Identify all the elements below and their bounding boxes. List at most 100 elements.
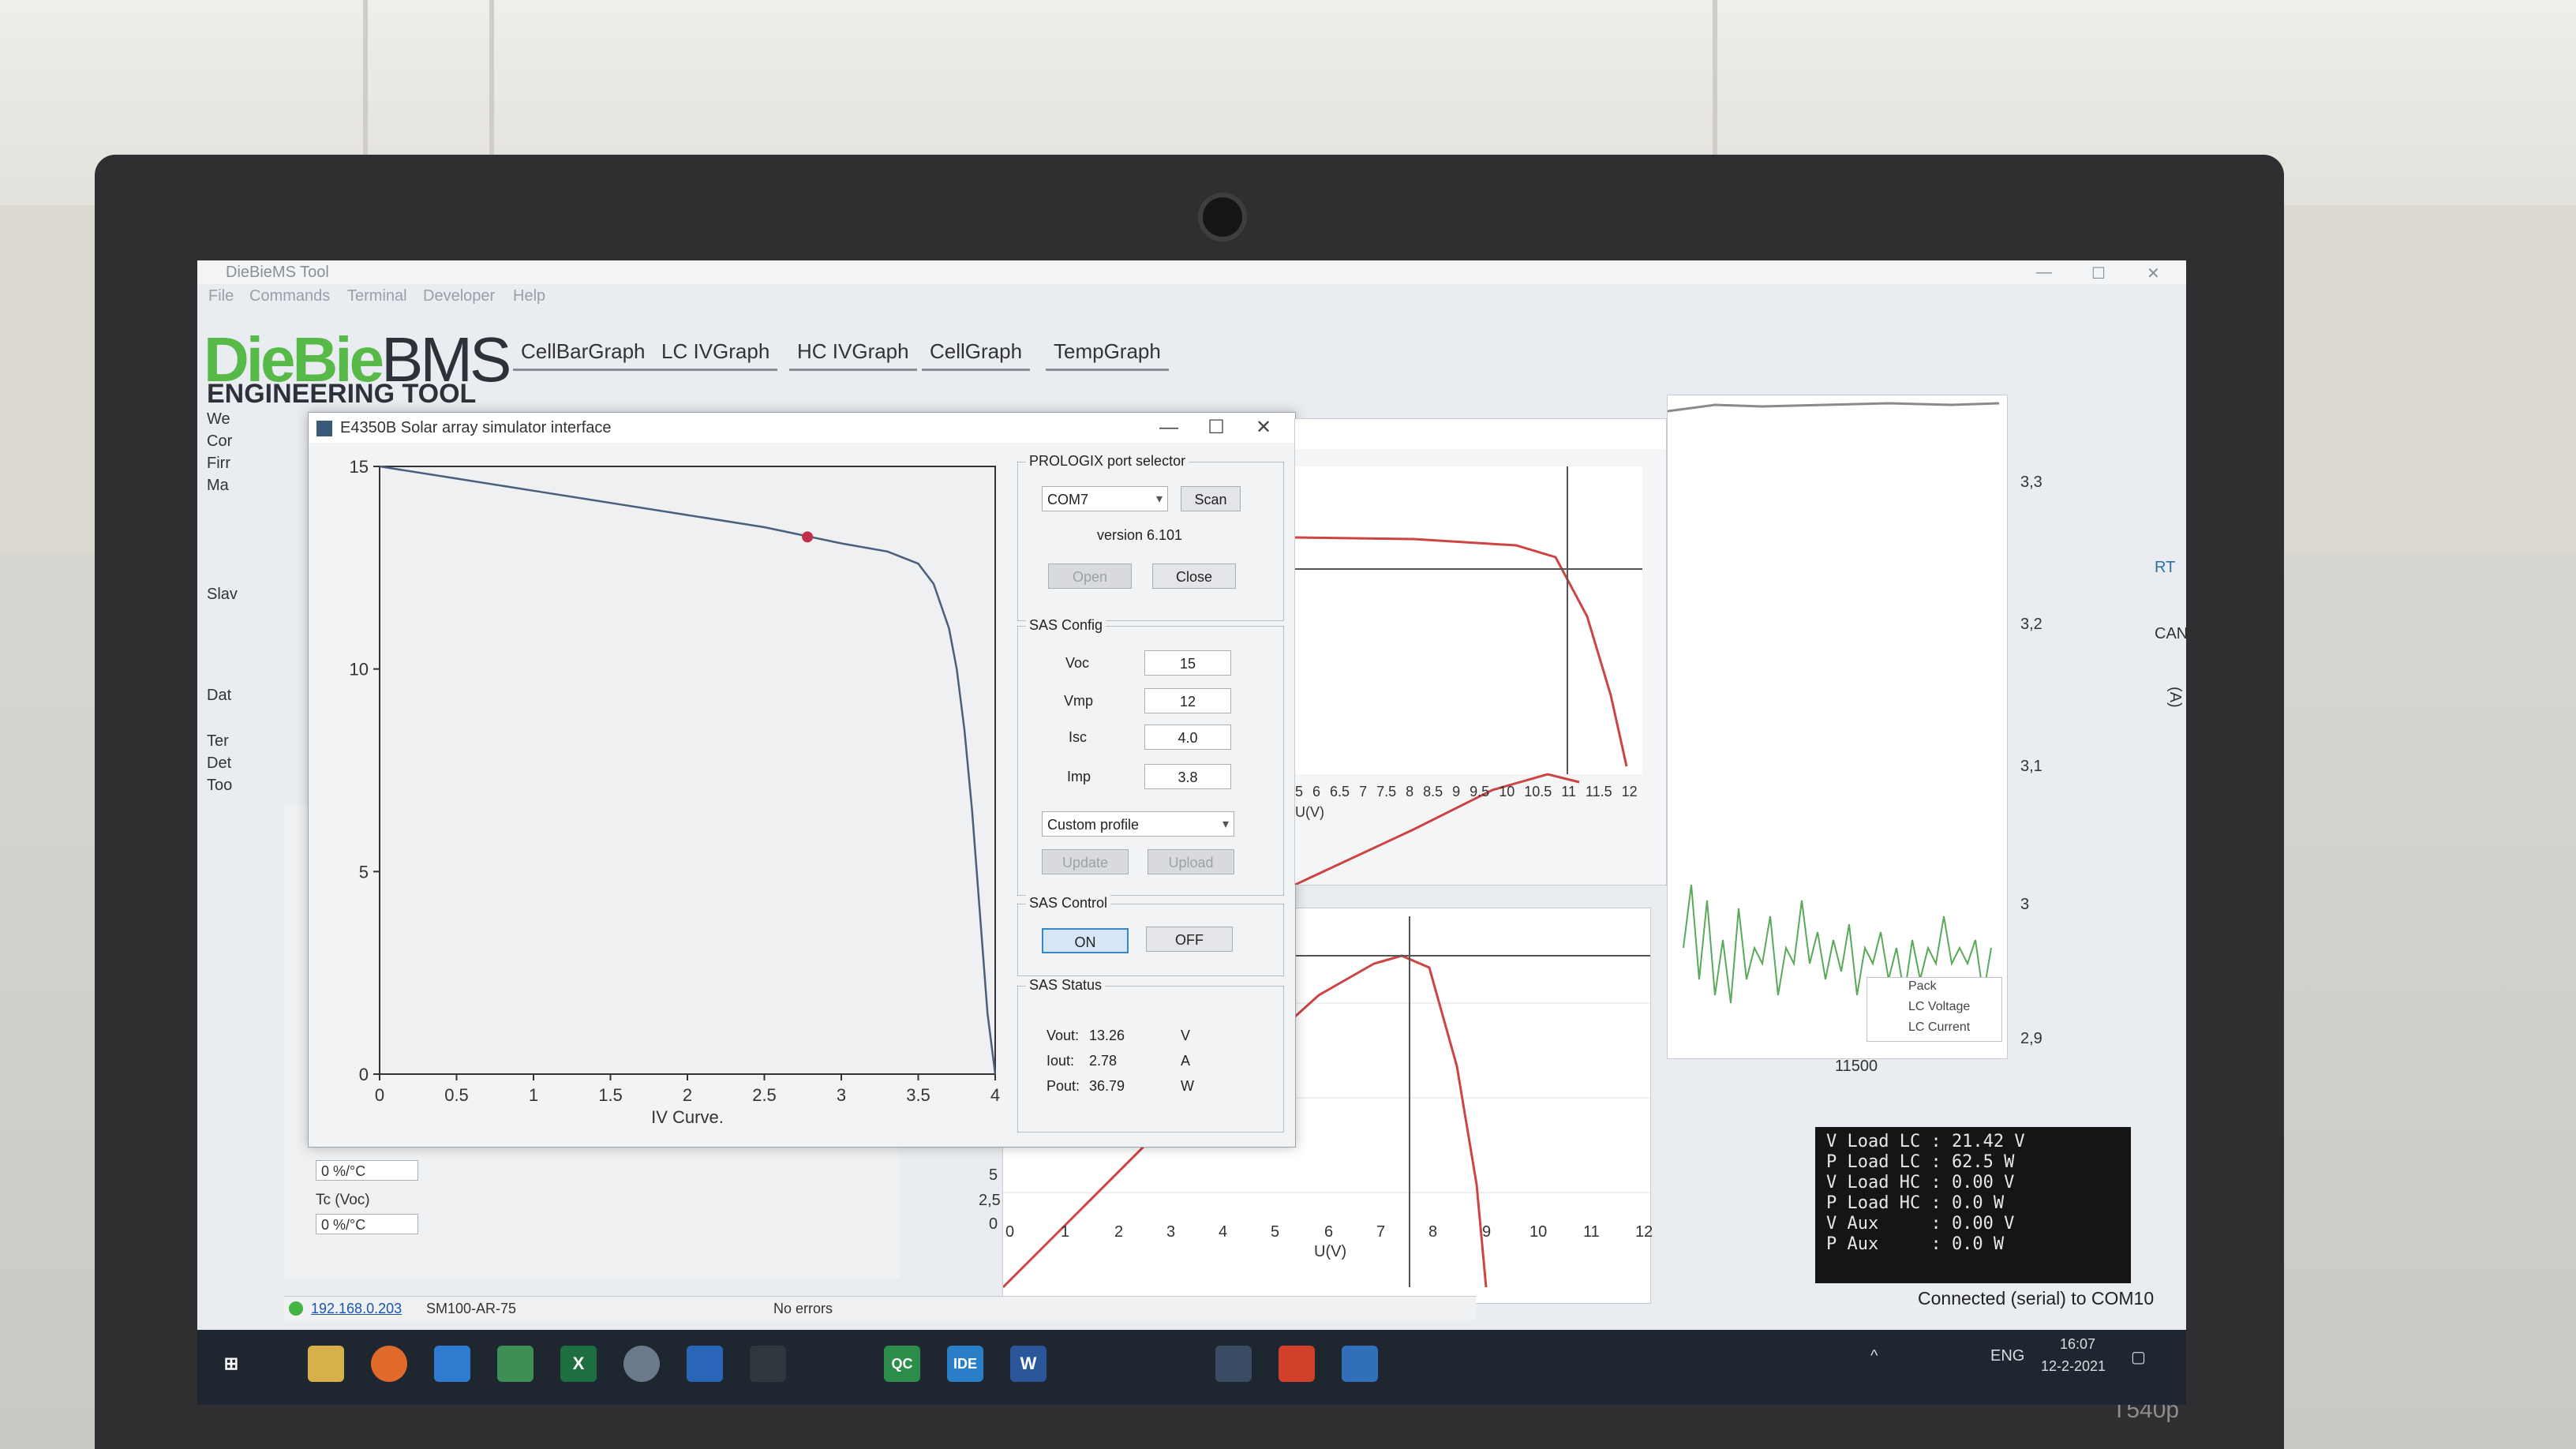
sas-config-group: SAS Config Voc 15 Vmp 12 Isc 4.0 Imp 3.8…	[1017, 617, 1284, 896]
vout-label: Vout:	[1046, 1028, 1080, 1043]
y-tick-label: 10	[350, 660, 369, 680]
lower-ytick: 5	[989, 1166, 998, 1184]
y-tick-label: 5	[359, 862, 369, 882]
iv-curve-chart: 0 0.5 1 1.5 2 2.5 3 3.5 4 0 5 10 15 IV Curve.	[316, 451, 1011, 1137]
legend-pack: Pack	[1908, 979, 1937, 993]
voc-input[interactable]: 15	[1144, 650, 1231, 676]
prologix-group: PROLOGIX port selector COM7 ▾ Scan versio…	[1017, 453, 1284, 621]
tc-voc-label: Tc (Voc)	[316, 1192, 370, 1208]
sas-status-title: SAS Status	[1026, 977, 1106, 994]
mail-icon[interactable]	[434, 1346, 470, 1382]
sidebar-item-welcome[interactable]: We	[207, 410, 301, 432]
vmp-input[interactable]: 12	[1144, 688, 1231, 713]
lower-xtick: 7	[1376, 1223, 1386, 1241]
minimize-icon[interactable]: —	[1145, 413, 1193, 443]
menu-file[interactable]: File	[208, 287, 234, 305]
iv-curve-svg: 0 0.5 1 1.5 2 2.5 3 3.5 4 0 5 10 15 IV Curve.	[350, 457, 1001, 1127]
sidebar-item-debug[interactable]: Det	[207, 754, 301, 777]
excel-icon[interactable]: X	[560, 1346, 597, 1382]
app-title: DieBieMS Tool	[226, 264, 329, 281]
tab-cellgraph[interactable]: CellGraph	[922, 335, 1031, 371]
maximize-icon[interactable]: ☐	[2091, 264, 2106, 283]
outlook-icon[interactable]	[687, 1346, 723, 1382]
tray-chevron-up-icon[interactable]: ^	[1870, 1347, 1878, 1365]
menu-commands[interactable]: Commands	[249, 287, 330, 305]
sidebar-item-master[interactable]: Ma	[207, 477, 301, 499]
clock-date[interactable]: 12-2-2021	[2041, 1358, 2106, 1375]
can-button[interactable]: CAN	[2155, 625, 2186, 643]
app-icon[interactable]	[1279, 1346, 1315, 1382]
close-button[interactable]: Close	[1152, 564, 1236, 589]
profile-select[interactable]: Custom profile ▾	[1042, 811, 1234, 837]
close-icon[interactable]: ✕	[2147, 264, 2160, 283]
ip-address-link[interactable]: 192.168.0.203	[311, 1301, 402, 1317]
sidebar-item-tools[interactable]: Too	[207, 777, 301, 799]
update-button[interactable]: Update	[1042, 849, 1129, 874]
sidebar-item-terminal[interactable]: Ter	[207, 732, 301, 754]
version-label: version 6.101	[1097, 527, 1183, 543]
background-graph	[1667, 395, 2008, 1059]
scan-button[interactable]: Scan	[1181, 486, 1241, 511]
lower-xtick: 0	[1005, 1223, 1015, 1241]
app-icon[interactable]	[750, 1346, 786, 1382]
tc-isc-field[interactable]: 0 %/°C	[316, 1160, 418, 1181]
tab-lc-ivgraph[interactable]: LC IVGraph	[653, 335, 778, 371]
tab-hc-ivgraph[interactable]: HC IVGraph	[789, 335, 917, 371]
bg-ytick: 3,2	[2020, 616, 2042, 633]
clock-time[interactable]: 16:07	[2060, 1336, 2095, 1353]
legend-lc-current: LC Current	[1908, 1020, 1971, 1034]
imp-label: Imp	[1067, 769, 1091, 784]
upper-xtick: 9.5	[1470, 784, 1490, 799]
isc-input[interactable]: 4.0	[1144, 724, 1231, 750]
on-button[interactable]: ON	[1042, 928, 1129, 953]
app-icon[interactable]	[623, 1346, 660, 1382]
word-icon[interactable]: W	[1010, 1346, 1046, 1382]
maximize-icon[interactable]: ☐	[1193, 413, 1240, 443]
tab-cellbargraph[interactable]: CellBarGraph	[513, 335, 653, 371]
upper-xtick: 7.5	[1376, 784, 1397, 799]
bottom-statusbar: 192.168.0.203 SM100-AR-75 No errors	[284, 1296, 1476, 1320]
tc-voc-field[interactable]: 0 %/°C	[316, 1214, 418, 1234]
sidebar-item-firmware[interactable]: Firr	[207, 455, 301, 477]
minimize-icon[interactable]: —	[2036, 264, 2052, 282]
sidebar-item-data[interactable]: Dat	[207, 687, 301, 709]
rt-button[interactable]: RT	[2155, 559, 2175, 577]
tab-tempgraph[interactable]: TempGraph	[1046, 335, 1169, 371]
menu-developer[interactable]: Developer	[423, 287, 495, 305]
sidebar-item-slave[interactable]: Slav	[207, 586, 301, 608]
lower-xtick: 3	[1166, 1223, 1176, 1241]
sidebar-item-connection[interactable]: Cor	[207, 432, 301, 455]
main-menubar: File Commands Terminal Developer Help	[197, 284, 2186, 308]
upload-button[interactable]: Upload	[1148, 849, 1234, 874]
app-logo-subtitle: ENGINEERING TOOL	[207, 379, 477, 409]
off-button[interactable]: OFF	[1146, 927, 1233, 952]
notification-icon[interactable]: ▢	[2131, 1347, 2146, 1367]
close-icon[interactable]: ✕	[1240, 413, 1287, 443]
lower-ytick: 2,5	[979, 1192, 1001, 1209]
upper-xtick: 11	[1561, 784, 1576, 799]
app-icon[interactable]	[1215, 1346, 1252, 1382]
error-status: No errors	[773, 1301, 833, 1316]
ide-icon[interactable]: IDE	[947, 1346, 983, 1382]
app-icon[interactable]	[497, 1346, 534, 1382]
menu-terminal[interactable]: Terminal	[347, 287, 407, 305]
bg-ylabel: Current (A)	[2166, 687, 2186, 739]
windows-taskbar: ⊞ X QC IDE W ^ ENG 16:07 12-2-2021 ▢	[197, 1330, 2186, 1405]
x-tick-label: 1	[529, 1085, 538, 1105]
file-explorer-icon[interactable]	[308, 1346, 344, 1382]
vmp-label: Vmp	[1064, 693, 1094, 709]
windows-start-icon[interactable]: ⊞	[213, 1346, 249, 1382]
open-button[interactable]: Open	[1048, 564, 1132, 589]
laptop-screen: DieBieMS Tool — ☐ ✕ File Commands Termin…	[197, 260, 2186, 1405]
qt-creator-icon[interactable]: QC	[884, 1346, 920, 1382]
menu-help[interactable]: Help	[513, 287, 545, 305]
upper-xtick: 11.5	[1585, 784, 1612, 799]
lower-xlabel: U(V)	[1314, 1243, 1347, 1260]
firefox-icon[interactable]	[371, 1346, 407, 1382]
upper-xtick: 8	[1406, 784, 1414, 799]
imp-input[interactable]: 3.8	[1144, 764, 1231, 789]
port-select[interactable]: COM7 ▾	[1042, 486, 1168, 511]
language-indicator[interactable]: ENG	[1990, 1347, 2024, 1365]
calculator-icon[interactable]	[1342, 1346, 1378, 1382]
console-line: V Load LC : 21.42 V	[1826, 1132, 2025, 1151]
